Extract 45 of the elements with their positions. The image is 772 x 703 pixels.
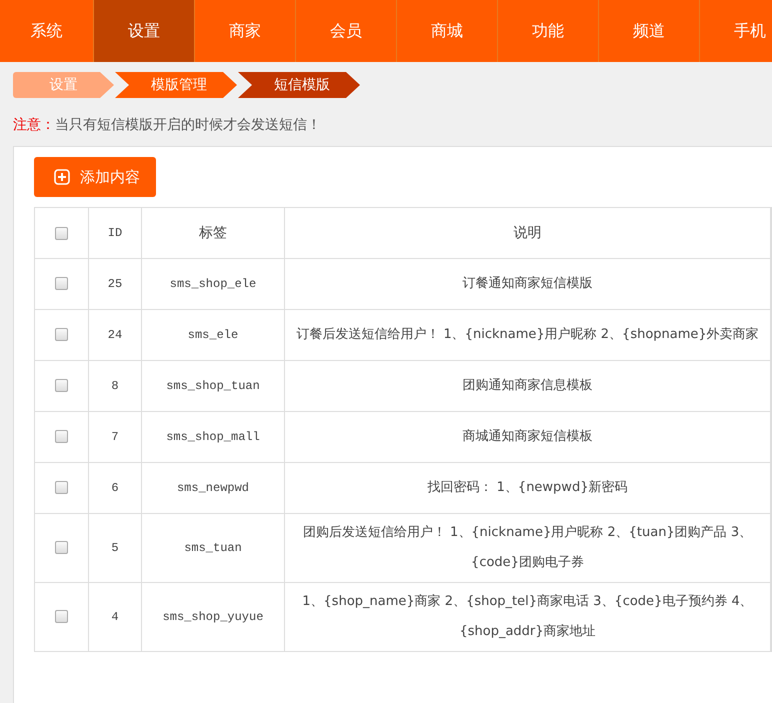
- checkbox[interactable]: [55, 378, 68, 392]
- nav-tab[interactable]: 设置: [94, 0, 195, 62]
- table-cell: sms_newpwd: [142, 462, 284, 514]
- add-content-button[interactable]: 添加内容: [34, 157, 156, 197]
- table-cell: sms_tuan: [142, 514, 284, 582]
- table-cell: 订餐通知商家短信模版: [284, 258, 770, 310]
- table-cell: 24: [88, 310, 142, 360]
- checkbox[interactable]: [55, 328, 68, 341]
- checkbox[interactable]: [55, 540, 68, 554]
- column-header: 标签: [142, 208, 284, 258]
- table-cell: 商城通知商家短信模板: [284, 412, 770, 462]
- table-cell: 团购通知商家信息模板: [284, 360, 770, 412]
- nav-tab[interactable]: 功能: [498, 0, 599, 62]
- nav-tab[interactable]: 商家: [195, 0, 296, 62]
- table-cell: 找回密码： 1、{newpwd}新密码: [284, 462, 770, 514]
- checkbox[interactable]: [55, 610, 68, 623]
- table-cell: 4: [88, 582, 142, 652]
- breadcrumb-item[interactable]: 模版管理: [115, 72, 237, 98]
- nav-tab[interactable]: 手机: [700, 0, 772, 62]
- checkbox[interactable]: [55, 226, 68, 240]
- breadcrumb-item[interactable]: 设置: [13, 72, 114, 98]
- table-cell: 团购后发送短信给用户！ 1、{nickname}用户昵称 2、{tuan}团购产品 3、{code}团购电子券: [284, 514, 770, 582]
- table-cell: sms_shop_mall: [142, 412, 284, 462]
- breadcrumb-item[interactable]: 短信模版: [238, 72, 360, 98]
- notice-text: 注意：当只有短信模版开启的时候才会发送短信！: [13, 116, 322, 135]
- table-cell: 25: [88, 258, 142, 310]
- checkbox[interactable]: [55, 276, 68, 290]
- column-header: 说明: [284, 208, 770, 258]
- table-cell: sms_ele: [142, 310, 284, 360]
- table-cell: 7: [88, 412, 142, 462]
- nav-tab[interactable]: 频道: [599, 0, 700, 62]
- table-cell: sms_shop_tuan: [142, 360, 284, 412]
- table-cell: 1、{shop_name}商家 2、{shop_tel}商家电话 3、{code}电子预约券 4、{shop_addr}商家地址: [284, 582, 770, 652]
- nav-tab[interactable]: 商城: [397, 0, 498, 62]
- plus-icon: [54, 169, 70, 185]
- table-cell: sms_shop_ele: [142, 258, 284, 310]
- table-cell: 订餐后发送短信给用户！ 1、{nickname}用户昵称 2、{shopname}外卖商家: [284, 310, 770, 360]
- checkbox[interactable]: [55, 480, 68, 494]
- table-cell: 5: [88, 514, 142, 582]
- nav-tab[interactable]: 会员: [296, 0, 397, 62]
- table-cell: sms_shop_yuyue: [142, 582, 284, 652]
- table-cell: 6: [88, 462, 142, 514]
- column-header: ID: [88, 208, 142, 258]
- table-cell: 8: [88, 360, 142, 412]
- checkbox[interactable]: [55, 430, 68, 443]
